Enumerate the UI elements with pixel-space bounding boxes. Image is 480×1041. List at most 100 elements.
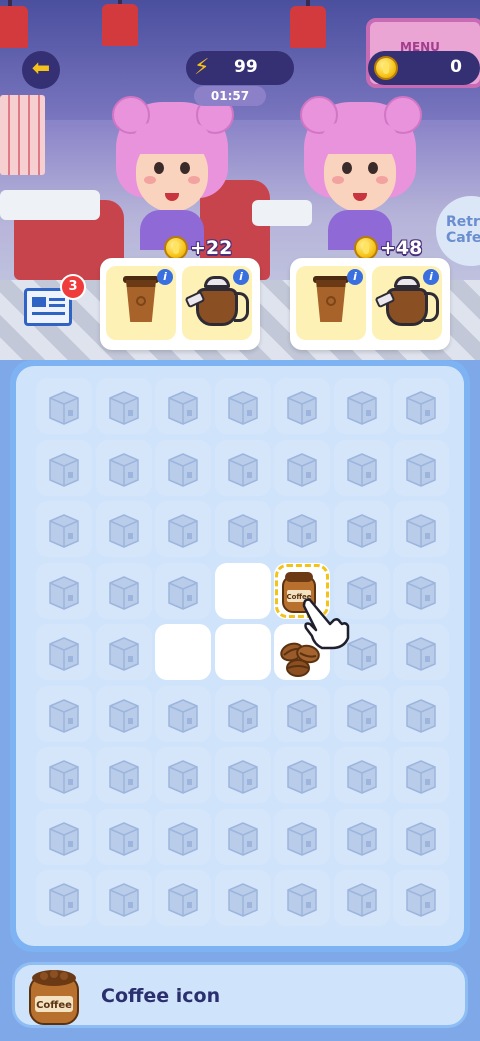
locked-box-icon: [104, 632, 144, 672]
board-cell-locked[interactable]: [36, 685, 92, 742]
board-cell-locked[interactable]: [214, 439, 271, 496]
board-cell-locked[interactable]: [393, 685, 449, 742]
news-line: [32, 297, 46, 307]
board-cell-locked[interactable]: [95, 808, 152, 865]
board-cell-locked[interactable]: [155, 808, 211, 865]
board-cell-open[interactable]: [155, 624, 211, 680]
board-cell-locked[interactable]: [95, 501, 152, 557]
board-cell-locked[interactable]: [95, 562, 152, 619]
board-cell-locked[interactable]: [333, 685, 390, 742]
order-slot[interactable]: i: [106, 266, 176, 340]
board-cell-locked[interactable]: [214, 501, 271, 557]
board-cell-locked[interactable]: [36, 624, 92, 680]
info-icon[interactable]: i: [157, 269, 173, 285]
board-cell-locked[interactable]: [95, 378, 152, 434]
board-cell-locked[interactable]: [95, 870, 152, 926]
board-cell-locked[interactable]: [36, 870, 92, 926]
customer-bangs: [132, 122, 212, 154]
locked-box-icon: [223, 448, 263, 488]
board-cell-locked[interactable]: [95, 624, 152, 680]
locked-box-icon: [282, 817, 322, 857]
locked-box-icon: [342, 694, 382, 734]
coin-counter[interactable]: 0: [368, 51, 480, 85]
board-cell-locked[interactable]: [333, 378, 390, 434]
kettle-handle: [424, 292, 439, 322]
board-cell-locked[interactable]: [95, 439, 152, 496]
board-cell-locked[interactable]: [36, 747, 92, 803]
locked-box-icon: [44, 817, 84, 857]
customer-1[interactable]: [110, 96, 234, 250]
board-cell-locked[interactable]: [333, 747, 390, 803]
customer-2[interactable]: [298, 96, 422, 250]
board-cell-locked[interactable]: [393, 624, 449, 680]
merge-board: [16, 366, 464, 946]
board-cell-locked[interactable]: [95, 747, 152, 803]
board-cell-locked[interactable]: [155, 439, 211, 496]
customer-2-reward: +48: [354, 236, 422, 260]
board-cell-locked[interactable]: [155, 747, 211, 803]
board-cell-locked[interactable]: [393, 808, 449, 865]
board-cell-locked[interactable]: [274, 808, 330, 865]
board-cell-locked[interactable]: [36, 439, 92, 496]
board-cell-locked[interactable]: [393, 378, 449, 434]
info-icon[interactable]: i: [233, 269, 249, 285]
board-cell-locked[interactable]: [333, 808, 390, 865]
board-cell-locked[interactable]: [214, 378, 271, 434]
news-line: [49, 304, 65, 307]
locked-box-icon: [282, 755, 322, 795]
board-cell-locked[interactable]: [274, 685, 330, 742]
board-cell-locked[interactable]: [36, 378, 92, 434]
energy-counter[interactable]: ⚡ 99: [186, 51, 294, 85]
board-cell-locked[interactable]: [333, 870, 390, 926]
kettle-lid: [204, 276, 230, 288]
board-cell-open[interactable]: [214, 624, 271, 680]
locked-box-icon: [401, 571, 441, 611]
cup-logo: [326, 296, 336, 306]
board-cell-locked[interactable]: [155, 501, 211, 557]
board-cell-locked[interactable]: [214, 685, 271, 742]
board-cell-locked[interactable]: [36, 808, 92, 865]
board-cell-locked[interactable]: [155, 562, 211, 619]
board-cell-locked[interactable]: [274, 501, 330, 557]
back-button[interactable]: ⬅: [22, 51, 60, 89]
board-cell-locked[interactable]: [155, 870, 211, 926]
board-cell-locked[interactable]: [333, 501, 390, 557]
board-cell-locked[interactable]: [274, 378, 330, 434]
hanging-lamp: [102, 0, 138, 46]
board-cell-locked[interactable]: [274, 747, 330, 803]
board-cell-locked[interactable]: [393, 501, 449, 557]
locked-box-icon: [163, 386, 203, 426]
board-cell-open[interactable]: [214, 562, 271, 619]
locked-box-icon: [401, 755, 441, 795]
board-cell-locked[interactable]: [393, 562, 449, 619]
board-cell-locked[interactable]: [274, 439, 330, 496]
info-icon[interactable]: i: [347, 269, 363, 285]
arrow-left-icon: ⬅: [31, 56, 51, 81]
board-cell-locked[interactable]: [155, 378, 211, 434]
order-slot[interactable]: i: [182, 266, 252, 340]
info-icon[interactable]: i: [423, 269, 439, 285]
board-cell-locked[interactable]: [36, 501, 92, 557]
cheek: [332, 176, 344, 184]
board-cell-locked[interactable]: [274, 870, 330, 926]
locked-box-icon: [342, 448, 382, 488]
locked-box-icon: [401, 386, 441, 426]
order-slot[interactable]: i: [296, 266, 366, 340]
locked-box-icon: [44, 878, 84, 918]
locked-box-icon: [163, 571, 203, 611]
locked-box-icon: [44, 386, 84, 426]
board-cell-locked[interactable]: [155, 685, 211, 742]
board-cell-locked[interactable]: [36, 562, 92, 619]
board-cell-locked[interactable]: [214, 870, 271, 926]
locked-box-icon: [104, 694, 144, 734]
board-cell-locked[interactable]: [214, 808, 271, 865]
board-cell-locked[interactable]: [393, 747, 449, 803]
board-cell-locked[interactable]: [214, 747, 271, 803]
locked-box-icon: [44, 448, 84, 488]
board-cell-locked[interactable]: [95, 685, 152, 742]
board-cell-locked[interactable]: [393, 870, 449, 926]
board-cell-locked[interactable]: [333, 439, 390, 496]
order-slot[interactable]: i: [372, 266, 442, 340]
board-cell-locked[interactable]: [393, 439, 449, 496]
cafe-table: [0, 190, 100, 220]
